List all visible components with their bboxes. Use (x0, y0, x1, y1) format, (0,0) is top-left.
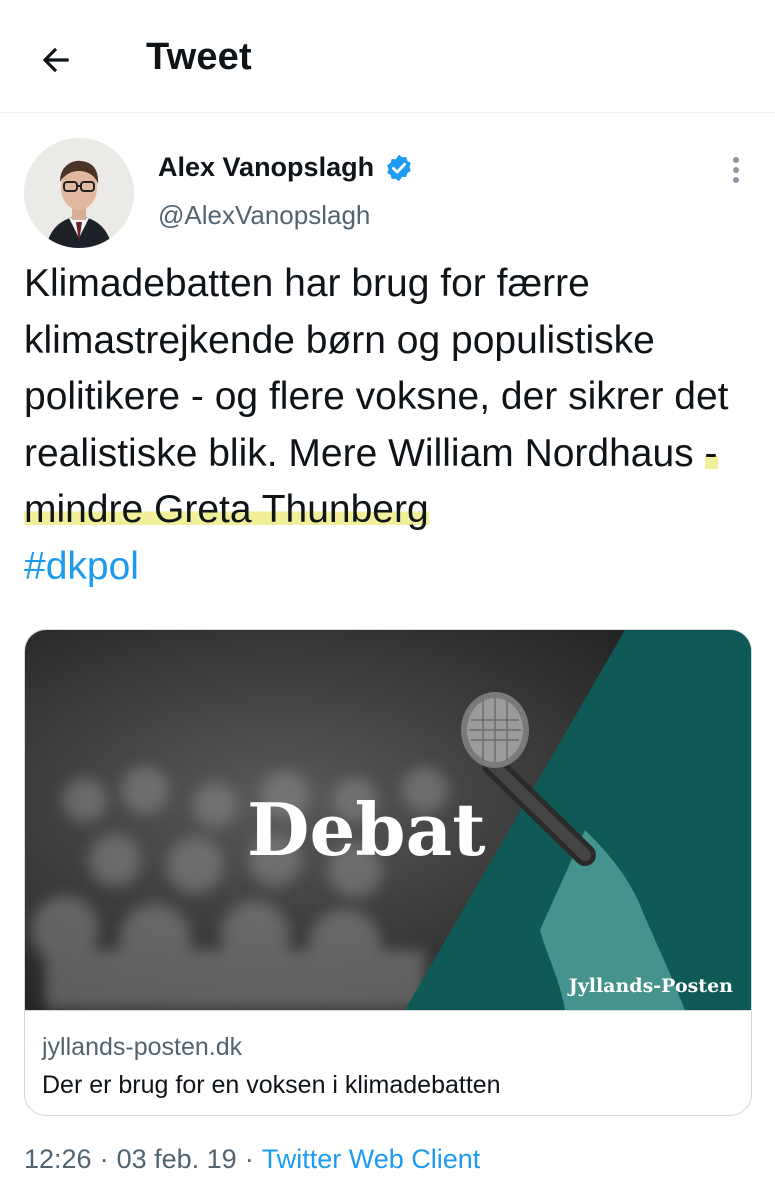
author-handle[interactable]: @AlexVanopslagh (158, 200, 370, 231)
verified-badge-icon (387, 154, 411, 181)
hashtag-link[interactable]: #dkpol (24, 545, 139, 588)
card-title: Der er brug for en voksen i klimadebatte… (42, 1071, 501, 1099)
author-name-row[interactable]: Alex Vanopslagh (158, 152, 414, 183)
tweet-source-link[interactable]: Twitter Web Client (262, 1144, 481, 1175)
tweet-text-body: Klimadebatten har brug for færre klimast… (24, 262, 729, 475)
page-title: Tweet (146, 36, 252, 78)
tweet-meta: 12:26 · 03 feb. 19 · Twitter Web Client (24, 1144, 480, 1175)
card-image-brand: Jyllands-Posten (567, 975, 733, 997)
avatar[interactable] (24, 138, 134, 248)
link-preview-card[interactable]: Debat Jyllands-Posten jyllands-posten.dk… (24, 629, 752, 1116)
card-image-headline: Debat (247, 787, 486, 872)
more-options-button[interactable] (716, 150, 756, 190)
top-bar: Tweet (0, 0, 775, 113)
author-display-name[interactable]: Alex Vanopslagh (158, 152, 374, 183)
more-vertical-icon (733, 157, 739, 183)
card-domain: jyllands-posten.dk (42, 1033, 243, 1061)
back-button[interactable] (30, 34, 82, 86)
arrow-left-icon (42, 47, 69, 73)
tweet-time[interactable]: 12:26 (24, 1144, 92, 1175)
card-meta[interactable]: jyllands-posten.dk Der er brug for en vo… (25, 1010, 751, 1115)
card-image: Debat Jyllands-Posten (25, 630, 751, 1010)
tweet-text: Klimadebatten har brug for færre klimast… (24, 256, 759, 595)
meta-separator: · (99, 1144, 109, 1174)
tweet-date[interactable]: 03 feb. 19 (117, 1144, 237, 1175)
meta-separator: · (244, 1144, 254, 1174)
